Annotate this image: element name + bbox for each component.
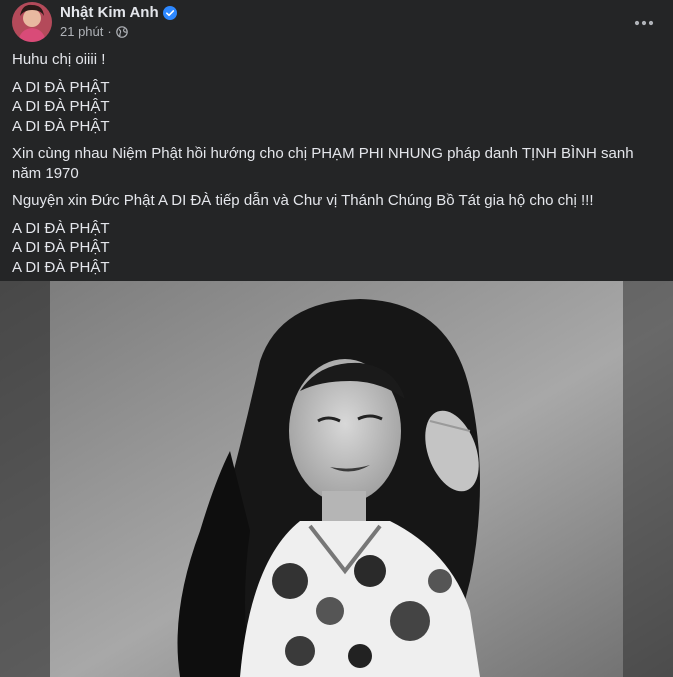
meta-separator: · [107, 24, 112, 39]
author-avatar[interactable] [12, 2, 52, 42]
author-row: Nhật Kim Anh [60, 4, 177, 22]
post-meta: 21 phút · [60, 24, 128, 40]
verified-badge-icon [162, 6, 177, 20]
post-text-line: Nguyện xin Đức Phật A DI ĐÀ tiếp dẫn và … [12, 192, 594, 209]
post-paragraph: A DI ĐÀ PHẬT A DI ĐÀ PHẬT A DI ĐÀ PHẬT [12, 219, 662, 278]
post-text-line: A DI ĐÀ PHẬT [12, 78, 110, 96]
facebook-post: Nhật Kim Anh 21 phút · Huhu chị oiiii ! … [0, 0, 673, 677]
post-text-line: A DI ĐÀ PHẬT [12, 239, 110, 256]
post-paragraph: Nguyện xin Đức Phật A DI ĐÀ tiếp dẫn và … [12, 191, 662, 211]
post-header: Nhật Kim Anh 21 phút · [12, 2, 662, 44]
post-photo[interactable] [0, 281, 673, 677]
post-text-line: A DI ĐÀ PHẬT [12, 258, 110, 276]
post-text-line: A DI ĐÀ PHẬT [12, 219, 110, 237]
post-paragraph: Xin cùng nhau Niệm Phật hồi hướng cho ch… [12, 144, 662, 183]
author-name[interactable]: Nhật Kim Anh [60, 4, 159, 22]
post-text-line: Xin cùng nhau Niệm Phật hồi hướng cho ch… [12, 145, 638, 182]
more-options-button[interactable] [626, 4, 662, 40]
globe-icon[interactable] [115, 26, 128, 38]
post-timestamp[interactable]: 21 phút [60, 24, 103, 40]
post-text-line: A DI ĐÀ PHẬT [12, 117, 110, 135]
post-text-line: Huhu chị oiiii ! [12, 51, 106, 68]
more-horizontal-icon [634, 13, 654, 31]
post-paragraph: A DI ĐÀ PHẬT A DI ĐÀ PHẬT A DI ĐÀ PHẬT [12, 78, 662, 137]
post-text: Huhu chị oiiii ! A DI ĐÀ PHẬT A DI ĐÀ PH… [12, 50, 662, 285]
post-paragraph: Huhu chị oiiii ! [12, 50, 662, 70]
post-text-line: A DI ĐÀ PHẬT [12, 98, 110, 115]
